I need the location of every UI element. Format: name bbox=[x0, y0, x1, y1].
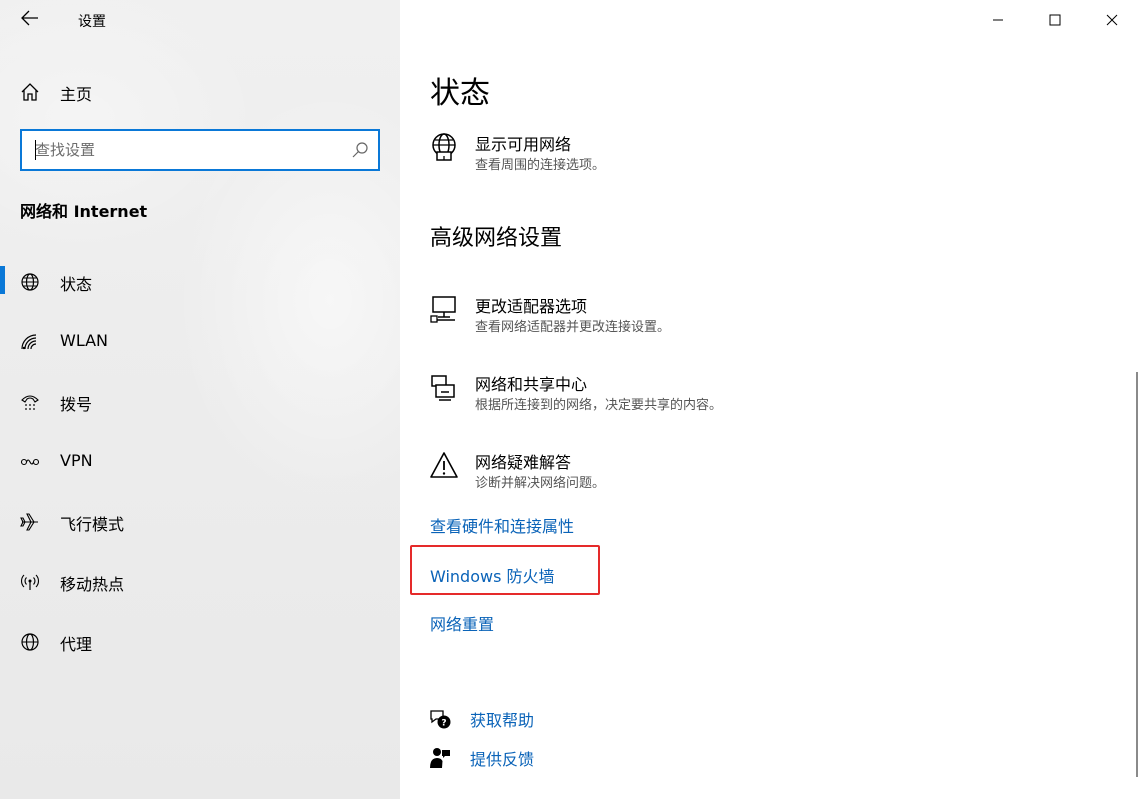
adapter-icon bbox=[428, 293, 460, 325]
row-description: 查看周围的连接选项。 bbox=[475, 158, 606, 173]
warning-icon bbox=[428, 449, 460, 481]
home-label: 主页 bbox=[60, 85, 93, 104]
home-icon bbox=[20, 82, 40, 106]
scrollbar[interactable] bbox=[1136, 372, 1138, 777]
advanced-settings-heading: 高级网络设置 bbox=[430, 226, 563, 251]
show-available-networks[interactable]: 显示可用网络 查看周围的连接选项。 bbox=[428, 131, 828, 175]
sidebar-item-label: 状态 bbox=[60, 275, 93, 294]
sidebar-item-airplane-mode[interactable]: 飞行模式 bbox=[0, 500, 400, 560]
windows-firewall-link[interactable]: Windows 防火墙 bbox=[430, 563, 555, 587]
row-title: 网络和共享中心 bbox=[475, 375, 588, 394]
maximize-icon bbox=[1049, 11, 1061, 30]
wifi-icon bbox=[20, 332, 40, 352]
section-title: 网络和 Internet bbox=[20, 202, 148, 221]
sidebar-nav: 状态 WLAN 拨号 VPN 飞行模式 移动热点 代理 bbox=[0, 260, 400, 680]
give-feedback-link[interactable]: 提供反馈 bbox=[428, 746, 628, 770]
back-arrow-icon bbox=[21, 10, 39, 30]
help-chat-icon: ? bbox=[428, 707, 452, 731]
sidebar-item-wlan[interactable]: WLAN bbox=[0, 320, 400, 380]
feedback-icon bbox=[428, 746, 452, 770]
change-adapter-options[interactable]: 更改适配器选项 查看网络适配器并更改连接设置。 bbox=[428, 293, 828, 337]
sidebar-item-label: 移动热点 bbox=[60, 575, 125, 594]
page-title: 状态 bbox=[430, 76, 490, 111]
sidebar-item-label: WLAN bbox=[60, 331, 109, 350]
get-help-label: 获取帮助 bbox=[470, 711, 535, 730]
hardware-properties-link[interactable]: 查看硬件和连接属性 bbox=[430, 513, 574, 537]
back-button[interactable] bbox=[10, 4, 50, 36]
row-description: 根据所连接到的网络，决定要共享的内容。 bbox=[475, 398, 723, 413]
app-title: 设置 bbox=[78, 14, 106, 30]
sidebar-item-mobile-hotspot[interactable]: 移动热点 bbox=[0, 560, 400, 620]
sidebar-item-label: 飞行模式 bbox=[60, 515, 125, 534]
close-icon bbox=[1106, 11, 1118, 30]
vpn-icon bbox=[20, 452, 40, 472]
globe-icon bbox=[20, 632, 40, 652]
minimize-icon bbox=[992, 11, 1004, 30]
sidebar-item-proxy[interactable]: 代理 bbox=[0, 620, 400, 680]
search-input[interactable] bbox=[35, 136, 335, 164]
sidebar-item-dialup[interactable]: 拨号 bbox=[0, 380, 400, 440]
dialup-icon bbox=[20, 392, 40, 412]
sidebar: 设置 主页 网络和 Internet 状态 WLAN bbox=[0, 0, 400, 799]
sidebar-item-vpn[interactable]: VPN bbox=[0, 440, 400, 500]
svg-text:?: ? bbox=[441, 719, 446, 729]
sidebar-item-status[interactable]: 状态 bbox=[0, 260, 400, 320]
globe-icon bbox=[20, 272, 40, 292]
network-troubleshooter[interactable]: 网络疑难解答 诊断并解决网络问题。 bbox=[428, 449, 828, 493]
sidebar-item-label: 拨号 bbox=[60, 395, 93, 414]
search-box[interactable] bbox=[20, 129, 380, 171]
maximize-button[interactable] bbox=[1026, 0, 1083, 40]
hotspot-icon bbox=[20, 572, 40, 592]
network-sharing-center[interactable]: 网络和共享中心 根据所连接到的网络，决定要共享的内容。 bbox=[428, 371, 848, 415]
main-content: 状态 显示可用网络 查看周围的连接选项。 高级网络设置 更改适配器选项 查看网络… bbox=[400, 0, 1140, 799]
close-button[interactable] bbox=[1083, 0, 1140, 40]
title-bar: 设置 bbox=[0, 0, 400, 40]
active-indicator bbox=[0, 266, 5, 294]
home-nav-item[interactable]: 主页 bbox=[0, 72, 400, 112]
network-reset-link[interactable]: 网络重置 bbox=[430, 611, 494, 635]
minimize-button[interactable] bbox=[969, 0, 1026, 40]
window-controls bbox=[969, 0, 1140, 40]
row-title: 更改适配器选项 bbox=[475, 297, 588, 316]
text-caret bbox=[35, 140, 36, 160]
sidebar-item-label: 代理 bbox=[60, 635, 93, 654]
sharing-center-icon bbox=[428, 371, 460, 403]
search-icon[interactable] bbox=[351, 141, 369, 163]
row-title: 网络疑难解答 bbox=[475, 453, 572, 472]
sidebar-item-label: VPN bbox=[60, 451, 93, 470]
row-description: 诊断并解决网络问题。 bbox=[475, 476, 606, 491]
airplane-icon bbox=[20, 512, 40, 532]
row-description: 查看网络适配器并更改连接设置。 bbox=[475, 320, 671, 335]
give-feedback-label: 提供反馈 bbox=[470, 750, 535, 769]
get-help-link[interactable]: ? 获取帮助 bbox=[428, 707, 628, 731]
row-title: 显示可用网络 bbox=[475, 135, 572, 154]
globe-network-icon bbox=[428, 131, 460, 163]
